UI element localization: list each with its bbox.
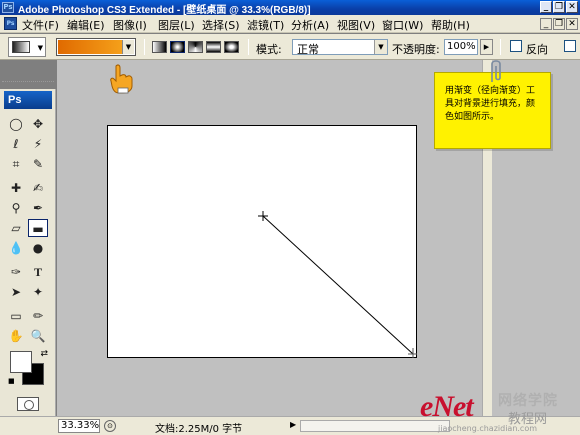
status-menu-arrow-icon[interactable]: ▶ xyxy=(290,420,296,429)
eraser-tool-icon[interactable]: ▱ xyxy=(6,219,26,237)
opacity-slider-button[interactable]: ▶ xyxy=(480,39,493,55)
type-tool-icon[interactable]: T xyxy=(28,263,48,281)
move-tool-icon[interactable]: ✥ xyxy=(28,115,48,133)
menu-window[interactable]: 窗口(W) xyxy=(382,17,423,33)
menu-bar: Ps 文件(F) 编辑(E) 图像(I) 图层(L) 选择(S) 滤镜(T) 分… xyxy=(0,15,580,33)
eyedropper-icon[interactable]: ✏ xyxy=(28,307,48,325)
ps-logo: Ps xyxy=(4,91,52,109)
gradient-tool-icon xyxy=(12,41,30,53)
window-controls: _ ❐ ✕ xyxy=(540,1,578,13)
minimize-button[interactable]: _ xyxy=(540,1,552,13)
gradient-drag-line xyxy=(258,211,417,358)
hand-pointer-icon xyxy=(110,64,133,94)
doc-close-button[interactable]: ✕ xyxy=(566,18,578,30)
gradient-tool-icon[interactable]: ▬ xyxy=(28,219,48,237)
reflected-gradient-button[interactable] xyxy=(206,41,221,53)
path-selection-tool-icon[interactable]: ➤ xyxy=(6,283,26,301)
close-button[interactable]: ✕ xyxy=(566,1,578,13)
healing-brush-tool-icon[interactable]: ✚ xyxy=(6,179,26,197)
eyedropper-tool-icon[interactable]: ✎ xyxy=(28,155,48,173)
mode-select[interactable]: 正常 ▼ xyxy=(292,39,388,56)
separator xyxy=(248,39,249,55)
diamond-gradient-button[interactable] xyxy=(224,41,239,53)
opacity-input[interactable]: 100% xyxy=(444,39,478,55)
tool-preset-picker[interactable]: ▼ xyxy=(8,37,46,57)
chevron-down-icon[interactable]: ▼ xyxy=(374,40,387,54)
window-title: Adobe Photoshop CS3 Extended - [壁纸桌面 @ 3… xyxy=(18,5,311,16)
quick-mask-button[interactable] xyxy=(17,397,39,411)
dither-checkbox[interactable] xyxy=(564,40,576,52)
chevron-down-icon: ▼ xyxy=(37,44,43,52)
menu-file[interactable]: 文件(F) xyxy=(22,17,59,33)
document-window-controls: _ ❐ ✕ xyxy=(540,18,578,30)
zoom-tool-icon[interactable]: 🔍 xyxy=(28,327,48,345)
title-bar: Ps Adobe Photoshop CS3 Extended - [壁纸桌面 … xyxy=(0,0,580,16)
clone-stamp-tool-icon[interactable]: ⚲ xyxy=(6,199,26,217)
document-canvas[interactable] xyxy=(107,125,417,358)
mode-label: 模式: xyxy=(256,43,282,56)
reverse-checkbox[interactable] xyxy=(510,40,522,52)
document-info: 文档:2.25M/0 字节 xyxy=(155,424,243,435)
foreground-color[interactable] xyxy=(10,351,32,373)
color-swatches: ⇄ ■ xyxy=(8,349,48,389)
brush-tool-icon[interactable]: ✍ xyxy=(28,179,48,197)
separator xyxy=(500,39,501,55)
magic-wand-tool-icon[interactable]: ⚡ xyxy=(28,135,48,153)
swap-colors-icon[interactable]: ⇄ xyxy=(40,349,48,359)
marquee-tool-icon[interactable]: ◯ xyxy=(6,115,26,133)
zoom-field[interactable]: 33.33% xyxy=(58,419,100,433)
pen-tool-icon[interactable]: ✑ xyxy=(6,263,26,281)
linear-gradient-button[interactable] xyxy=(152,41,167,53)
lasso-tool-icon[interactable]: ℓ xyxy=(6,135,26,153)
options-bar: ▼ ▼ 模式: 正常 ▼ 不透明度: 100% ▶ 反向 xyxy=(0,34,580,60)
toolbox: Ps ◯ ✥ ℓ ⚡ ⌗ ✎ ✚ ✍ ⚲ ✒ ▱ ▬ 💧 ● ✑ T ➤ ✦ ▭… xyxy=(0,81,56,435)
radial-gradient-button[interactable] xyxy=(170,41,185,53)
watermark-brand: eNet xyxy=(420,390,474,423)
restore-button[interactable]: ❐ xyxy=(553,1,565,13)
crop-tool-icon[interactable]: ⌗ xyxy=(6,155,26,173)
reverse-label: 反向 xyxy=(526,43,548,56)
angle-gradient-button[interactable] xyxy=(188,41,203,53)
gradient-type-group xyxy=(152,41,239,53)
document-icon[interactable]: Ps xyxy=(4,17,17,30)
watermark-url: jiaocheng.chazidian.com xyxy=(438,424,538,433)
status-info-icon[interactable]: ⊙ xyxy=(104,420,116,432)
menu-layer[interactable]: 图层(L) xyxy=(158,17,195,33)
menu-analysis[interactable]: 分析(A) xyxy=(291,17,329,33)
mode-value: 正常 xyxy=(297,43,319,56)
menu-image[interactable]: 图像(I) xyxy=(113,17,147,33)
menu-select[interactable]: 选择(S) xyxy=(202,17,240,33)
doc-minimize-button[interactable]: _ xyxy=(540,18,552,30)
ps-app-icon: Ps xyxy=(2,2,14,13)
hand-tool-icon[interactable]: ✋ xyxy=(6,327,26,345)
paperclip-icon xyxy=(491,60,501,82)
toolbox-grip[interactable] xyxy=(2,81,54,87)
gradient-picker[interactable]: ▼ xyxy=(56,38,136,56)
default-colors-icon[interactable]: ■ xyxy=(8,377,16,385)
opacity-label: 不透明度: xyxy=(392,43,440,56)
gradient-swatch[interactable] xyxy=(58,40,122,54)
menu-filter[interactable]: 滤镜(T) xyxy=(247,17,284,33)
history-brush-tool-icon[interactable]: ✒ xyxy=(28,199,48,217)
blur-tool-icon[interactable]: 💧 xyxy=(6,239,26,257)
watermark: eNet 网络学院 教程网 jiaocheng.chazidian.com xyxy=(420,388,580,435)
doc-restore-button[interactable]: ❐ xyxy=(553,18,565,30)
shape-tool-icon[interactable]: ✦ xyxy=(28,283,48,301)
menu-help[interactable]: 帮助(H) xyxy=(431,17,470,33)
menu-view[interactable]: 视图(V) xyxy=(337,17,375,33)
dodge-tool-icon[interactable]: ● xyxy=(28,239,48,257)
chevron-down-icon[interactable]: ▼ xyxy=(122,40,134,54)
menu-edit[interactable]: 编辑(E) xyxy=(67,17,105,33)
watermark-line1: 网络学院 xyxy=(498,393,558,409)
separator xyxy=(144,39,145,55)
notes-tool-icon[interactable]: ▭ xyxy=(6,307,26,325)
